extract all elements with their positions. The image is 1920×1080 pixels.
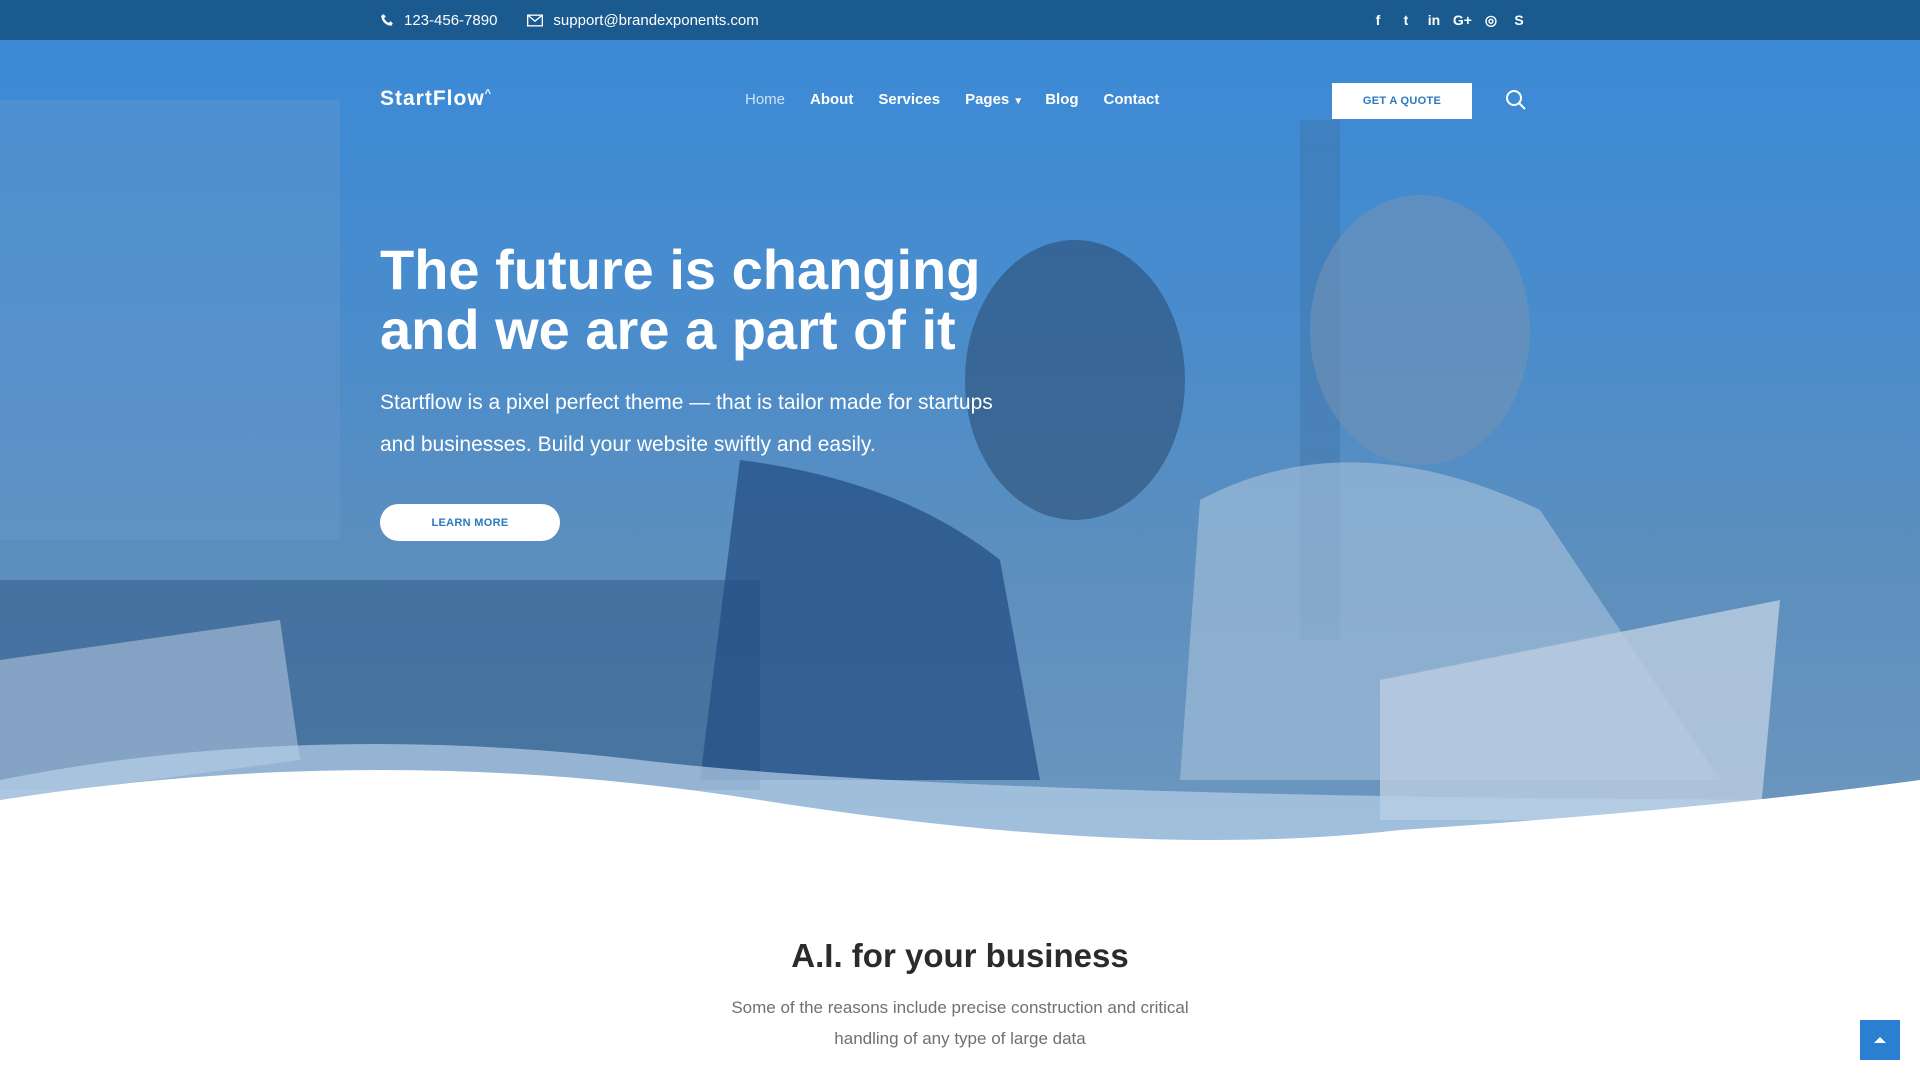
hero-title-line-1: The future is changing	[380, 238, 981, 301]
logo-mark: ^	[484, 88, 493, 100]
nav-menu: Home About Services Pages ▼ Blog Contact	[745, 91, 1184, 108]
google-plus-icon[interactable]: G+	[1453, 11, 1472, 29]
social-links: f t in G+ ◎ S	[1369, 11, 1528, 29]
learn-more-button[interactable]: LEARN MORE	[380, 504, 560, 541]
nav-item-about[interactable]: About	[810, 91, 853, 108]
nav-item-home[interactable]: Home	[745, 91, 785, 108]
email-address[interactable]: support@brandexponents.com	[553, 12, 758, 29]
instagram-icon[interactable]: ◎	[1482, 11, 1500, 29]
section-description: Some of the reasons include precise cons…	[731, 998, 1189, 1048]
phone-number[interactable]: 123-456-7890	[404, 12, 497, 29]
hero-title-line-2: and we are a part of it	[380, 298, 956, 361]
top-bar: 123-456-7890 support@brandexponents.com …	[0, 0, 1920, 40]
contact-info: 123-456-7890 support@brandexponents.com	[380, 12, 759, 29]
nav-item-blog[interactable]: Blog	[1045, 91, 1078, 108]
twitter-icon[interactable]: t	[1397, 11, 1415, 29]
chevron-down-icon: ▼	[1013, 95, 1024, 107]
section-title: A.I. for your business	[791, 937, 1129, 974]
phone-icon	[381, 14, 393, 26]
search-icon[interactable]	[1504, 88, 1528, 112]
hero-section: StartFlow^ Home About Services Pages ▼ Bl…	[0, 40, 1920, 860]
linkedin-icon[interactable]: in	[1425, 11, 1443, 29]
nav-item-pages-label: Pages	[965, 90, 1010, 108]
logo-text: StartFlow	[380, 87, 485, 110]
main-navigation: StartFlow^ Home About Services Pages ▼ Bl…	[380, 78, 1528, 120]
nav-item-pages[interactable]: Pages ▼	[965, 91, 1023, 108]
hero-description: Startflow is a pixel perfect theme — tha…	[380, 391, 993, 456]
arrow-up-icon	[1874, 1036, 1886, 1043]
hero-title: The future is changing and we are a part…	[380, 240, 1080, 360]
brand-logo[interactable]: StartFlow^	[380, 87, 680, 111]
nav-item-contact[interactable]: Contact	[1104, 91, 1160, 108]
mail-icon	[527, 14, 544, 26]
facebook-icon[interactable]: f	[1369, 11, 1387, 29]
skype-icon[interactable]: S	[1510, 11, 1528, 29]
get-a-quote-button[interactable]: GET A QUOTE	[1332, 83, 1472, 119]
phone-item[interactable]: 123-456-7890	[380, 12, 497, 29]
nav-item-services[interactable]: Services	[878, 91, 940, 108]
email-item[interactable]: support@brandexponents.com	[527, 12, 759, 29]
scroll-to-top-button[interactable]	[1860, 1020, 1900, 1060]
